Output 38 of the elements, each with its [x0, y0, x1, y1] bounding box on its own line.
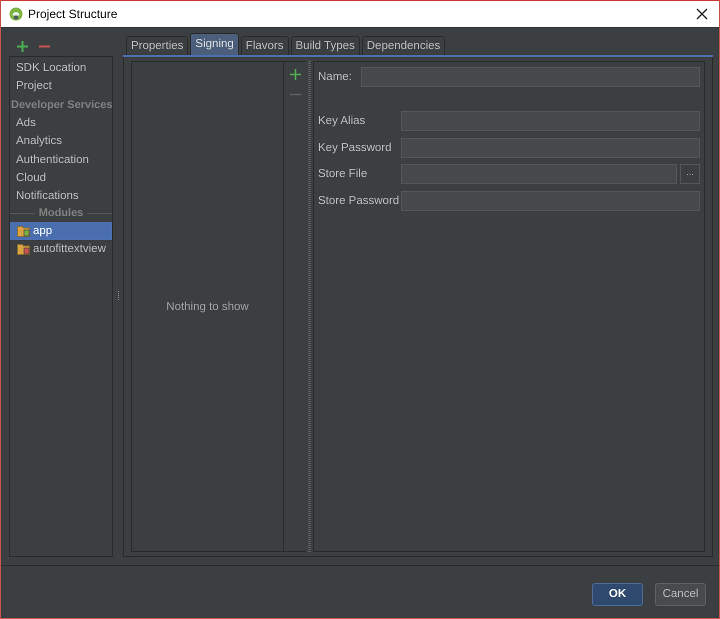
android-icon — [9, 7, 23, 21]
tab[interactable]: Dependencies — [362, 36, 446, 55]
input-field[interactable] — [401, 111, 700, 131]
sidebar-item[interactable]: Analytics — [10, 132, 112, 151]
tab[interactable]: Signing — [190, 33, 239, 55]
sidebar-item[interactable]: SDK Location — [10, 59, 112, 78]
tab[interactable]: Build Types — [290, 36, 360, 55]
module-folder-icon — [17, 224, 31, 237]
sidebar-item[interactable]: Authentication — [10, 150, 112, 169]
input-field[interactable] — [401, 190, 700, 210]
close-icon[interactable] — [696, 8, 708, 20]
sidebar-item[interactable]: Ads — [10, 114, 112, 132]
ok-button[interactable]: OK — [592, 582, 643, 606]
empty-message: Nothing to show — [166, 300, 249, 312]
input-field[interactable] — [360, 67, 700, 87]
cancel-button[interactable]: Cancel — [655, 582, 706, 606]
module-folder-icon — [17, 243, 31, 256]
sidebar-item[interactable]: Notifications — [10, 187, 112, 206]
tab[interactable]: Properties — [126, 36, 188, 55]
module-item[interactable]: autofittextview — [10, 240, 112, 259]
add-icon[interactable] — [290, 69, 300, 80]
field-label: Key Password — [318, 142, 393, 154]
sidebar-item[interactable]: Cloud — [10, 168, 112, 188]
remove-icon — [290, 93, 300, 96]
sidebar-item[interactable]: Project — [10, 77, 112, 96]
browse-button[interactable]: ... — [680, 164, 700, 184]
tab[interactable]: Flavors — [240, 36, 288, 55]
section-header: Developer Services — [10, 98, 113, 113]
add-icon[interactable] — [17, 40, 28, 52]
module-item[interactable]: app — [10, 222, 112, 240]
input-field[interactable] — [401, 164, 677, 184]
input-field[interactable] — [401, 138, 700, 158]
splitter-handle-icon[interactable] — [116, 291, 120, 301]
field-label: Key Alias — [318, 115, 366, 127]
field-label: Name: — [318, 71, 352, 83]
field-label: Store File — [318, 168, 368, 180]
window-title: Project Structure — [28, 7, 118, 21]
field-label: Store Password — [318, 194, 398, 206]
